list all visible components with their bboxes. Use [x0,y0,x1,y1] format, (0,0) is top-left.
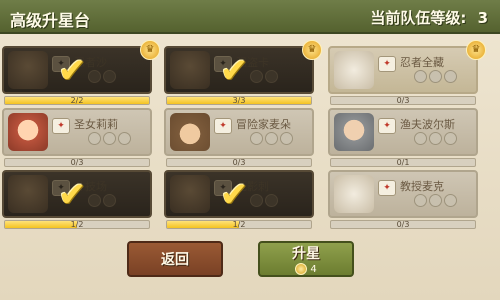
star-icon [88,194,101,207]
hero-portrait [334,175,374,213]
progress-label: 2/2 [70,96,84,105]
progress-label: 1/2 [232,220,246,229]
star-icon [250,70,263,83]
star-icon [414,70,427,83]
star-icon [250,132,263,145]
hero-portrait [8,175,48,213]
hero-portrait [170,51,210,89]
checkmark-icon: ✔ [220,51,249,91]
role-icon: ✦ [214,118,232,134]
star-icon [429,132,442,145]
star-icon [118,132,131,145]
star-icon [265,132,278,145]
star-rating [88,194,118,210]
page-title: 高级升星台 [10,11,91,30]
hero-portrait [334,51,374,89]
star-icon [414,132,427,145]
hero-portrait [170,113,210,151]
hero-card[interactable]: ✦ 忍者全藏 [328,46,478,94]
upgrade-cost: 4 [295,263,317,275]
back-button[interactable]: 返回 [127,241,223,277]
checkmark-icon: ✔ [58,51,87,91]
star-icon [250,194,263,207]
star-rating [88,70,118,86]
star-icon [103,70,116,83]
progress-label: 1/2 [70,220,84,229]
hero-portrait [8,51,48,89]
hero-name: 教授麦克 [400,180,444,193]
hero-portrait [334,113,374,151]
progress-label: 0/3 [232,158,246,167]
hero-name: 忍者全藏 [400,56,444,69]
star-icon [88,70,101,83]
back-button-label: 返回 [161,252,189,268]
team-level: 当前队伍等级: 3 [370,7,488,28]
star-icon [280,132,293,145]
hero-name: 渔夫波尔斯 [400,118,455,131]
star-rating [414,70,459,86]
progress-label: 0/3 [396,96,410,105]
role-icon: ✦ [378,56,396,72]
upgrade-star-button[interactable]: 升星 4 [258,241,354,277]
star-icon [103,194,116,207]
hero-name: 圣女莉莉 [74,118,118,131]
star-icon [265,70,278,83]
star-icon [103,132,116,145]
hero-name: 冒险家麦朵 [236,118,291,131]
progress-label: 0/1 [396,158,410,167]
hero-grid: ✦ 忍者沙 ✔ ♛ 2/2 ✦ 强盗卡 ✔ ♛ 3/3 ✦ 忍者全藏 ♛ 0/3 ✦ 圣女莉莉 0/3 ✦ 冒险家麦… [0,38,500,229]
star-rating [88,132,133,148]
hero-card[interactable]: ✦ 冒险家麦朵 [164,108,314,156]
star-icon [88,132,101,145]
star-icon [429,70,442,83]
upgrade-cost-value: 4 [310,263,317,275]
checkmark-icon: ✔ [220,175,249,215]
star-icon [265,194,278,207]
crown-icon: ♛ [140,40,160,60]
checkmark-icon: ✔ [58,175,87,215]
team-level-label: 当前队伍等级: [370,9,467,27]
star-rating [250,132,295,148]
hero-card[interactable]: ✦ 忍者沙 ✔ [2,46,152,94]
hero-card[interactable]: ✦ 圣女莉莉 [2,108,152,156]
star-icon [444,70,457,83]
role-icon: ✦ [52,118,70,134]
star-rating [414,194,459,210]
team-level-value: 3 [477,9,488,27]
star-icon [444,132,457,145]
hero-card[interactable]: ✦ 强盗卡 ✔ [164,46,314,94]
hero-card[interactable]: ✦ 斗技场 ✔ [2,170,152,218]
star-icon [444,194,457,207]
progress-label: 0/3 [70,158,84,167]
star-rating [414,132,459,148]
role-icon: ✦ [378,180,396,196]
progress-label: 0/3 [396,220,410,229]
hero-card[interactable]: ✦ 渔夫波尔斯 [328,108,478,156]
role-icon: ✦ [378,118,396,134]
upgrade-star-label: 升星 [292,246,320,262]
progress-label: 3/3 [232,96,246,105]
hero-card[interactable]: ✦ 教授麦克 [328,170,478,218]
star-icon [414,194,427,207]
header-bar: 高级升星台 当前队伍等级: 3 [0,0,500,34]
star-rating [250,70,280,86]
coin-icon [295,263,308,275]
hero-portrait [8,113,48,151]
star-icon [429,194,442,207]
hero-portrait [170,175,210,213]
crown-icon: ♛ [466,40,486,60]
star-rating [250,194,280,210]
crown-icon: ♛ [302,40,322,60]
hero-card[interactable]: ✦ 无影刺 ✔ [164,170,314,218]
